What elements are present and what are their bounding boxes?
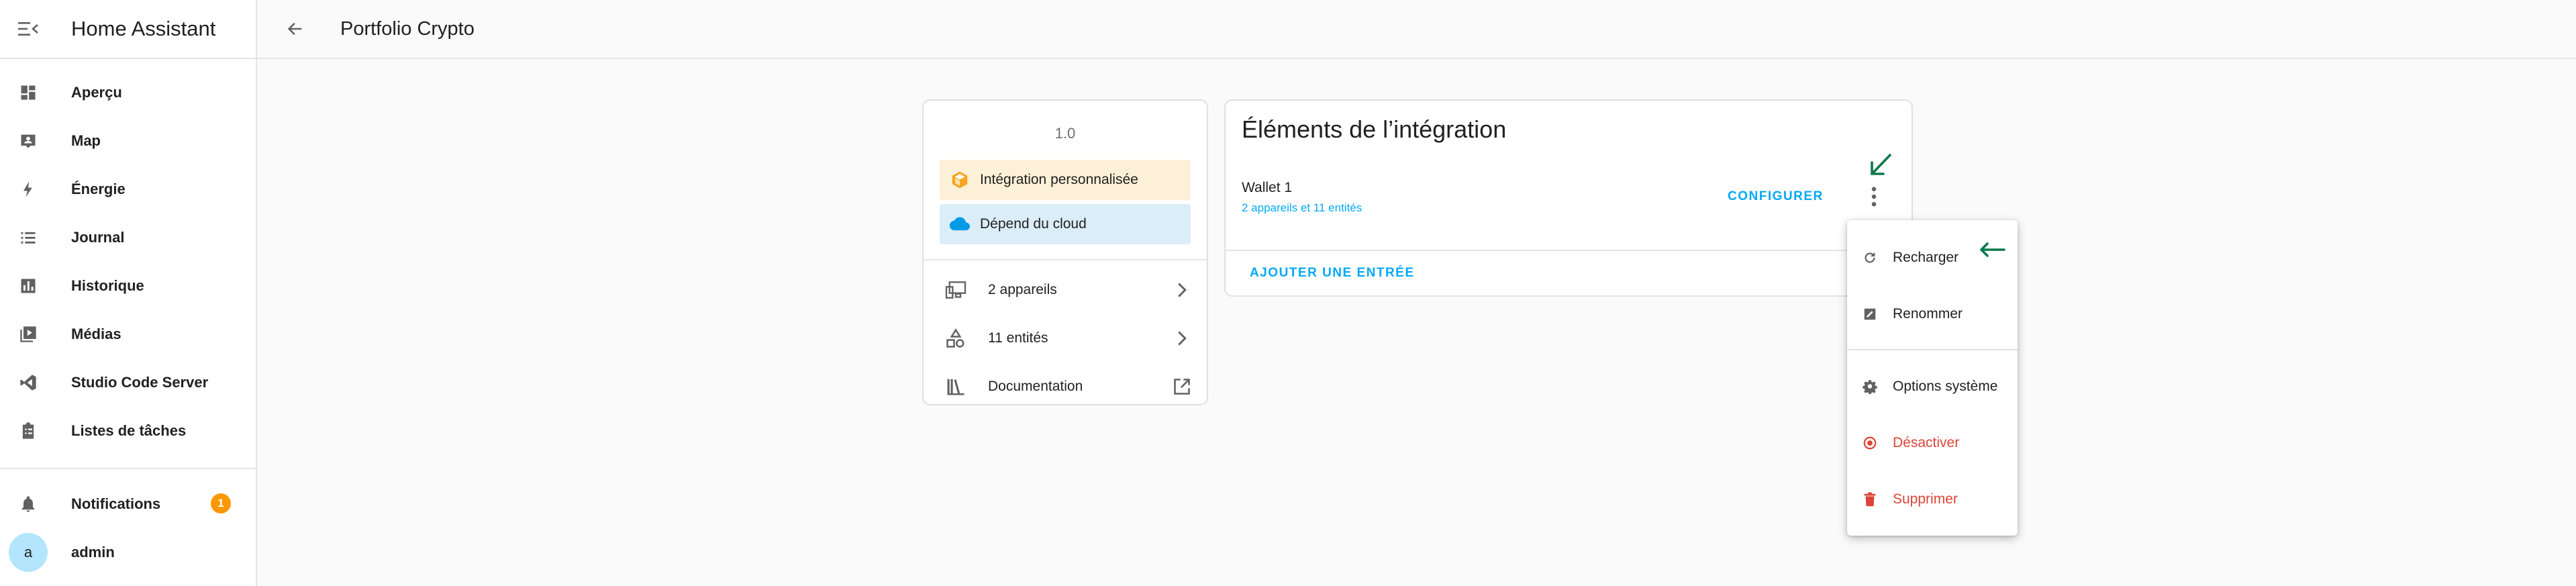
clipboard-icon [0, 422, 56, 440]
annotation-arrow-icon [1979, 242, 2005, 261]
sidebar-item-label: Énergie [71, 181, 126, 197]
menu-item-label: Recharger [1893, 250, 1959, 265]
package-icon [940, 170, 980, 190]
sidebar-item-medias[interactable]: Médias [0, 310, 256, 358]
cloud-dependency-chip: Dépend du cloud [940, 204, 1191, 244]
lightning-icon [0, 180, 56, 199]
app-title: Home Assistant [71, 17, 216, 40]
entries-title: Éléments de l’intégration [1242, 115, 1507, 143]
custom-integration-label: Intégration personnalisée [980, 172, 1138, 187]
sidebar-item-user[interactable]: a admin [0, 528, 256, 577]
menu-item-rename[interactable]: Renommer [1847, 290, 2018, 338]
sidebar-item-label: Aperçu [71, 84, 122, 101]
cloud-dependency-label: Dépend du cloud [980, 216, 1087, 232]
menu-item-label: Supprimer [1893, 491, 1958, 507]
sidebar-item-label: Notifications [71, 495, 161, 512]
entry-name[interactable]: Wallet 1 [1242, 180, 1292, 196]
media-icon [0, 325, 56, 344]
sidebar-item-apercu[interactable]: Aperçu [0, 68, 256, 117]
devices-icon [924, 281, 988, 299]
menu-item-disable[interactable]: Désactiver [1847, 419, 2018, 467]
configure-button[interactable]: CONFIGURER [1728, 189, 1824, 204]
documentation-row[interactable]: Documentation [924, 362, 1207, 411]
custom-integration-chip: Intégration personnalisée [940, 160, 1191, 200]
bell-icon [0, 494, 56, 514]
card-divider [1226, 250, 1912, 251]
sidebar-item-label: Médias [71, 326, 121, 342]
menu-toggle-icon[interactable] [0, 0, 56, 58]
menu-divider [1847, 349, 2018, 350]
sidebar-item-label: Historique [71, 277, 144, 294]
gear-icon [1847, 379, 1893, 394]
entry-devices-entities-link[interactable]: 2 appareils et 11 entités [1242, 201, 1362, 215]
back-arrow-icon[interactable] [277, 11, 313, 47]
sidebar-header: Home Assistant [0, 0, 256, 59]
sidebar-item-map[interactable]: Map [0, 117, 256, 165]
overflow-menu-icon[interactable] [1861, 180, 1887, 213]
book-shelf-icon [924, 377, 988, 397]
rename-icon [1847, 307, 1893, 322]
devices-row[interactable]: 2 appareils [924, 266, 1207, 314]
menu-item-label: Options système [1893, 379, 1998, 394]
integration-entries-card: Éléments de l’intégration Wallet 1 2 app… [1224, 99, 1913, 297]
dashboard-icon [0, 83, 56, 102]
sidebar-item-label: Listes de tâches [71, 422, 187, 439]
menu-item-delete[interactable]: Supprimer [1847, 475, 2018, 524]
devices-label: 2 appareils [988, 282, 1057, 297]
cloud-icon [940, 215, 980, 233]
sidebar-divider [0, 468, 256, 469]
trash-icon [1847, 492, 1893, 507]
sidebar-item-label: Studio Code Server [71, 374, 209, 391]
shapes-icon [924, 328, 988, 348]
sidebar-item-historique[interactable]: Historique [0, 262, 256, 310]
top-bar: Portfolio Crypto [257, 0, 2576, 59]
sidebar-item-label: Map [71, 132, 101, 149]
user-name: admin [71, 544, 115, 560]
open-in-new-icon [1157, 377, 1207, 396]
chevron-right-icon [1157, 282, 1207, 298]
integration-info-card: 1.0 Intégration personnalisée Dépend du … [922, 99, 1208, 405]
sidebar-item-label: Journal [71, 229, 125, 246]
notification-count-badge: 1 [211, 493, 231, 514]
sidebar-item-studio-code-server[interactable]: Studio Code Server [0, 358, 256, 407]
documentation-label: Documentation [988, 379, 1083, 394]
menu-item-label: Renommer [1893, 306, 1963, 322]
reload-icon [1847, 250, 1893, 265]
stop-circle-icon [1847, 436, 1893, 450]
entry-overflow-menu: Recharger Renommer Options système Désac… [1847, 220, 2018, 536]
sidebar: Home Assistant Aperçu Map Énergie Journa… [0, 0, 257, 586]
map-icon [0, 132, 56, 150]
chevron-right-icon [1157, 330, 1207, 346]
avatar-wrap: a [0, 533, 56, 572]
menu-item-system-options[interactable]: Options système [1847, 362, 2018, 411]
avatar: a [9, 533, 48, 572]
list-icon [0, 228, 56, 247]
chart-icon [0, 277, 56, 295]
page-title: Portfolio Crypto [340, 17, 475, 40]
annotation-arrow-icon [1869, 153, 1893, 181]
version-label: 1.0 [1054, 125, 1076, 142]
sidebar-item-energie[interactable]: Énergie [0, 165, 256, 213]
sidebar-item-journal[interactable]: Journal [0, 213, 256, 262]
entities-row[interactable]: 11 entités [924, 314, 1207, 362]
add-entry-button[interactable]: AJOUTER UNE ENTRÉE [1250, 266, 1415, 281]
vscode-icon [0, 373, 56, 392]
menu-item-label: Désactiver [1893, 435, 1960, 450]
sidebar-item-notifications[interactable]: Notifications 1 [0, 480, 256, 528]
entities-label: 11 entités [988, 330, 1048, 346]
sidebar-item-listes-de-taches[interactable]: Listes de tâches [0, 407, 256, 455]
